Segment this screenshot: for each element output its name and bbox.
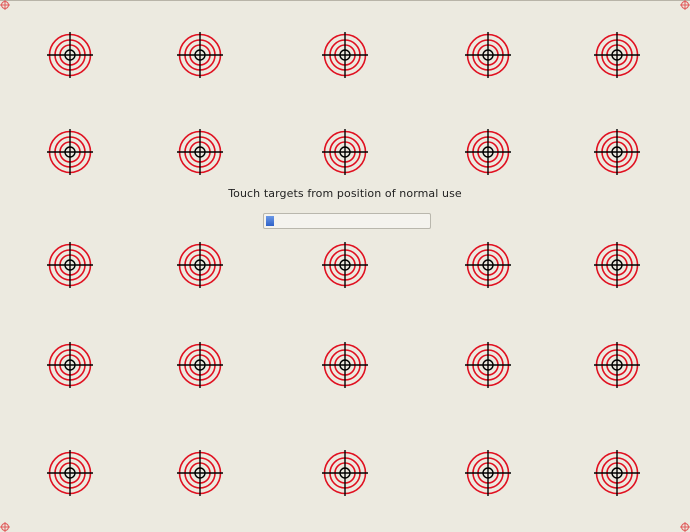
touch-target-icon[interactable] [177,129,223,175]
touch-target-icon[interactable] [594,129,640,175]
progress-bar [263,213,431,229]
calibration-screen[interactable]: Touch targets from position of normal us… [0,0,690,532]
touch-target-icon[interactable] [465,242,511,288]
touch-target-icon[interactable] [465,32,511,78]
progress-fill [266,216,274,226]
touch-target-icon[interactable] [322,129,368,175]
touch-target-icon[interactable] [177,450,223,496]
touch-target-icon[interactable] [322,342,368,388]
touch-target-icon[interactable] [177,32,223,78]
touch-target-icon[interactable] [594,32,640,78]
corner-crosshair-icon [680,522,690,532]
touch-target-icon[interactable] [47,129,93,175]
touch-target-icon[interactable] [465,342,511,388]
touch-target-icon[interactable] [177,342,223,388]
touch-target-icon[interactable] [47,242,93,288]
instruction-text: Touch targets from position of normal us… [228,187,462,200]
touch-target-icon[interactable] [594,242,640,288]
touch-target-icon[interactable] [47,32,93,78]
corner-crosshair-icon [680,0,690,10]
corner-crosshair-icon [0,0,10,10]
corner-crosshair-icon [0,522,10,532]
touch-target-icon[interactable] [594,450,640,496]
touch-target-icon[interactable] [322,32,368,78]
touch-target-icon[interactable] [465,450,511,496]
touch-target-icon[interactable] [47,342,93,388]
touch-target-icon[interactable] [465,129,511,175]
touch-target-icon[interactable] [177,242,223,288]
touch-target-icon[interactable] [322,242,368,288]
touch-target-icon[interactable] [594,342,640,388]
touch-target-icon[interactable] [47,450,93,496]
top-border [0,0,690,1]
touch-target-icon[interactable] [322,450,368,496]
